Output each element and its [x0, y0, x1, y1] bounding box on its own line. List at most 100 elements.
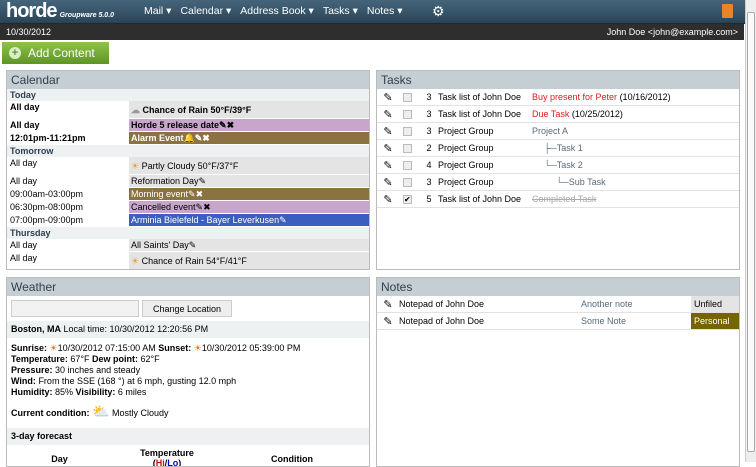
edit-delete-icons[interactable]: ✎: [199, 176, 207, 186]
task-checkbox[interactable]: [403, 109, 412, 119]
note-title-link[interactable]: Another note: [581, 299, 691, 309]
task-checkbox[interactable]: [403, 177, 412, 187]
pencil-icon[interactable]: ✎: [377, 193, 399, 206]
location-input[interactable]: [11, 300, 139, 317]
pencil-icon[interactable]: ✎: [377, 91, 399, 104]
event-time: All day: [10, 253, 38, 263]
pencil-icon[interactable]: ✎: [377, 315, 399, 328]
task-row: ✎ 3 Project Group └─Sub Task: [377, 174, 739, 191]
calendar-event-row[interactable]: All day ☀ Chance of Rain 54°F/41°F: [7, 252, 369, 269]
sunset-icon: ☀: [193, 343, 202, 353]
note-row: ✎ Notepad of John Doe Another note Unfiled: [377, 296, 739, 313]
task-name-link[interactable]: ├─Task 1: [544, 143, 583, 153]
event-title[interactable]: Morning event✎✖: [129, 188, 369, 200]
gear-icon[interactable]: ⚙: [432, 3, 445, 20]
note-title-link[interactable]: Some Note: [581, 316, 691, 326]
task-name-cell: └─Task 2: [532, 160, 583, 170]
tasks-panel: Tasks ✎ 3 Task list of John Doe Buy present…: [376, 70, 740, 270]
task-name-cell: Completed Task: [532, 194, 596, 204]
mostly-cloudy-icon: ⛅: [92, 403, 110, 419]
status-bar: 10/30/2012 John Doe <john@example.com>: [0, 24, 744, 40]
calendar-event-row[interactable]: All day ☁ Chance of Rain 50°F/39°F: [7, 101, 369, 119]
change-location-button[interactable]: Change Location: [142, 300, 232, 317]
logout-icon[interactable]: [722, 4, 733, 18]
calendar-event-row[interactable]: 07:00pm-09:00pm Arminia Bielefeld - Bayer…: [7, 214, 369, 227]
task-name-link[interactable]: Project A: [532, 126, 568, 136]
event-time: All day: [10, 158, 38, 168]
task-checkbox[interactable]: [403, 126, 412, 136]
plus-icon: +: [9, 47, 21, 59]
task-checkbox[interactable]: [403, 92, 412, 102]
menu-notes[interactable]: Notes ▾: [367, 5, 403, 17]
calendar-event-row[interactable]: 12:01pm-11:21pm Alarm Event🔔✎✖: [7, 132, 369, 145]
edit-delete-icons[interactable]: 🔔✎✖: [184, 133, 210, 143]
tasks-title: Tasks: [377, 71, 739, 89]
add-content-button[interactable]: + Add Content: [2, 42, 109, 64]
event-title[interactable]: ☀ Chance of Rain 54°F/41°F: [129, 252, 369, 269]
menu-calendar[interactable]: Calendar ▾: [180, 5, 231, 17]
edit-delete-icons[interactable]: ✎✖: [188, 189, 203, 199]
pencil-icon[interactable]: ✎: [377, 108, 399, 121]
event-time: All day: [10, 102, 40, 112]
event-title[interactable]: All Saints' Day✎: [129, 239, 369, 251]
event-time: 06:30pm-08:00pm: [10, 202, 84, 212]
edit-delete-icons[interactable]: ✎: [279, 215, 287, 225]
calendar-event-row[interactable]: All day Reformation Day✎: [7, 175, 369, 188]
task-name-link[interactable]: Buy present for Peter: [532, 92, 617, 102]
menu-tasks[interactable]: Tasks ▾: [323, 5, 358, 17]
menu-address-book[interactable]: Address Book ▾: [240, 5, 314, 17]
task-name-link[interactable]: Due Task: [532, 109, 569, 119]
calendar-event-row[interactable]: All day ☀ Partly Cloudy 50°F/37°F: [7, 157, 369, 175]
task-due-date: (10/25/2012): [571, 109, 623, 119]
pencil-icon[interactable]: ✎: [377, 159, 399, 172]
notes-title: Notes: [377, 278, 739, 296]
event-title[interactable]: ☁ Chance of Rain 50°F/39°F: [129, 101, 369, 118]
event-title[interactable]: Alarm Event🔔✎✖: [129, 132, 369, 144]
event-title[interactable]: Arminia Bielefeld - Bayer Leverkusen✎: [129, 214, 369, 226]
pencil-icon[interactable]: ✎: [377, 142, 399, 155]
task-row: ✎ 3 Project Group Project A: [377, 123, 739, 140]
note-category: Unfiled: [691, 296, 739, 312]
calendar-event-row[interactable]: 09:00am-03:00pm Morning event✎✖: [7, 188, 369, 201]
forecast-header: Day Temperature (Hi/Lo) Condition: [51, 448, 313, 467]
edit-delete-icons[interactable]: ✎✖: [219, 120, 234, 130]
pencil-icon[interactable]: ✎: [377, 176, 399, 189]
day-header: Thursday: [7, 227, 369, 239]
notepad-name: Notepad of John Doe: [399, 299, 485, 309]
calendar-event-row[interactable]: 06:30pm-08:00pm Cancelled event✎✖: [7, 201, 369, 214]
pencil-icon[interactable]: ✎: [377, 125, 399, 138]
task-priority: 3: [426, 92, 432, 102]
calendar-event-row[interactable]: All day All Saints' Day✎: [7, 239, 369, 252]
task-priority: 3: [426, 126, 432, 136]
task-checkbox[interactable]: [403, 143, 412, 153]
day-header: Today: [7, 89, 369, 101]
task-checkbox[interactable]: ✔: [403, 194, 412, 204]
task-name-link[interactable]: Completed Task: [532, 194, 596, 204]
horde-logo[interactable]: horde Groupware 5.0.0: [6, 0, 114, 23]
event-time: All day: [10, 240, 38, 250]
edit-delete-icons[interactable]: ✎: [189, 240, 197, 250]
weather-title: Weather: [7, 278, 369, 296]
menu-mail[interactable]: Mail ▾: [144, 5, 171, 17]
task-name-link[interactable]: └─Task 2: [544, 160, 583, 170]
task-name-link[interactable]: └─Sub Task: [556, 177, 606, 187]
calendar-title: Calendar: [7, 71, 369, 89]
calendar-event-row[interactable]: All day Horde 5 release date✎✖: [7, 119, 369, 132]
task-list-name: Project Group: [438, 143, 494, 153]
task-name-cell: └─Sub Task: [532, 177, 606, 187]
edit-delete-icons[interactable]: ✎✖: [196, 202, 211, 212]
event-title[interactable]: ☀ Partly Cloudy 50°F/37°F: [129, 157, 369, 174]
weather-panel: Weather Change Location Boston, MA Local…: [6, 277, 370, 467]
task-row: ✎ 4 Project Group └─Task 2: [377, 157, 739, 174]
day-header: Tomorrow: [7, 145, 369, 157]
event-title[interactable]: Horde 5 release date✎✖: [129, 119, 369, 131]
task-name-cell: Buy present for Peter (10/16/2012): [532, 92, 671, 102]
task-name-cell: Due Task (10/25/2012): [532, 109, 623, 119]
task-row: ✎ 3 Task list of John Doe Due Task (10/25/2…: [377, 106, 739, 123]
event-title[interactable]: Cancelled event✎✖: [129, 201, 369, 213]
weather-icon: ☀: [131, 256, 142, 266]
pencil-icon[interactable]: ✎: [377, 298, 399, 311]
event-title[interactable]: Reformation Day✎: [129, 175, 369, 187]
task-checkbox[interactable]: [403, 160, 412, 170]
vertical-scrollbar[interactable]: [745, 0, 756, 462]
